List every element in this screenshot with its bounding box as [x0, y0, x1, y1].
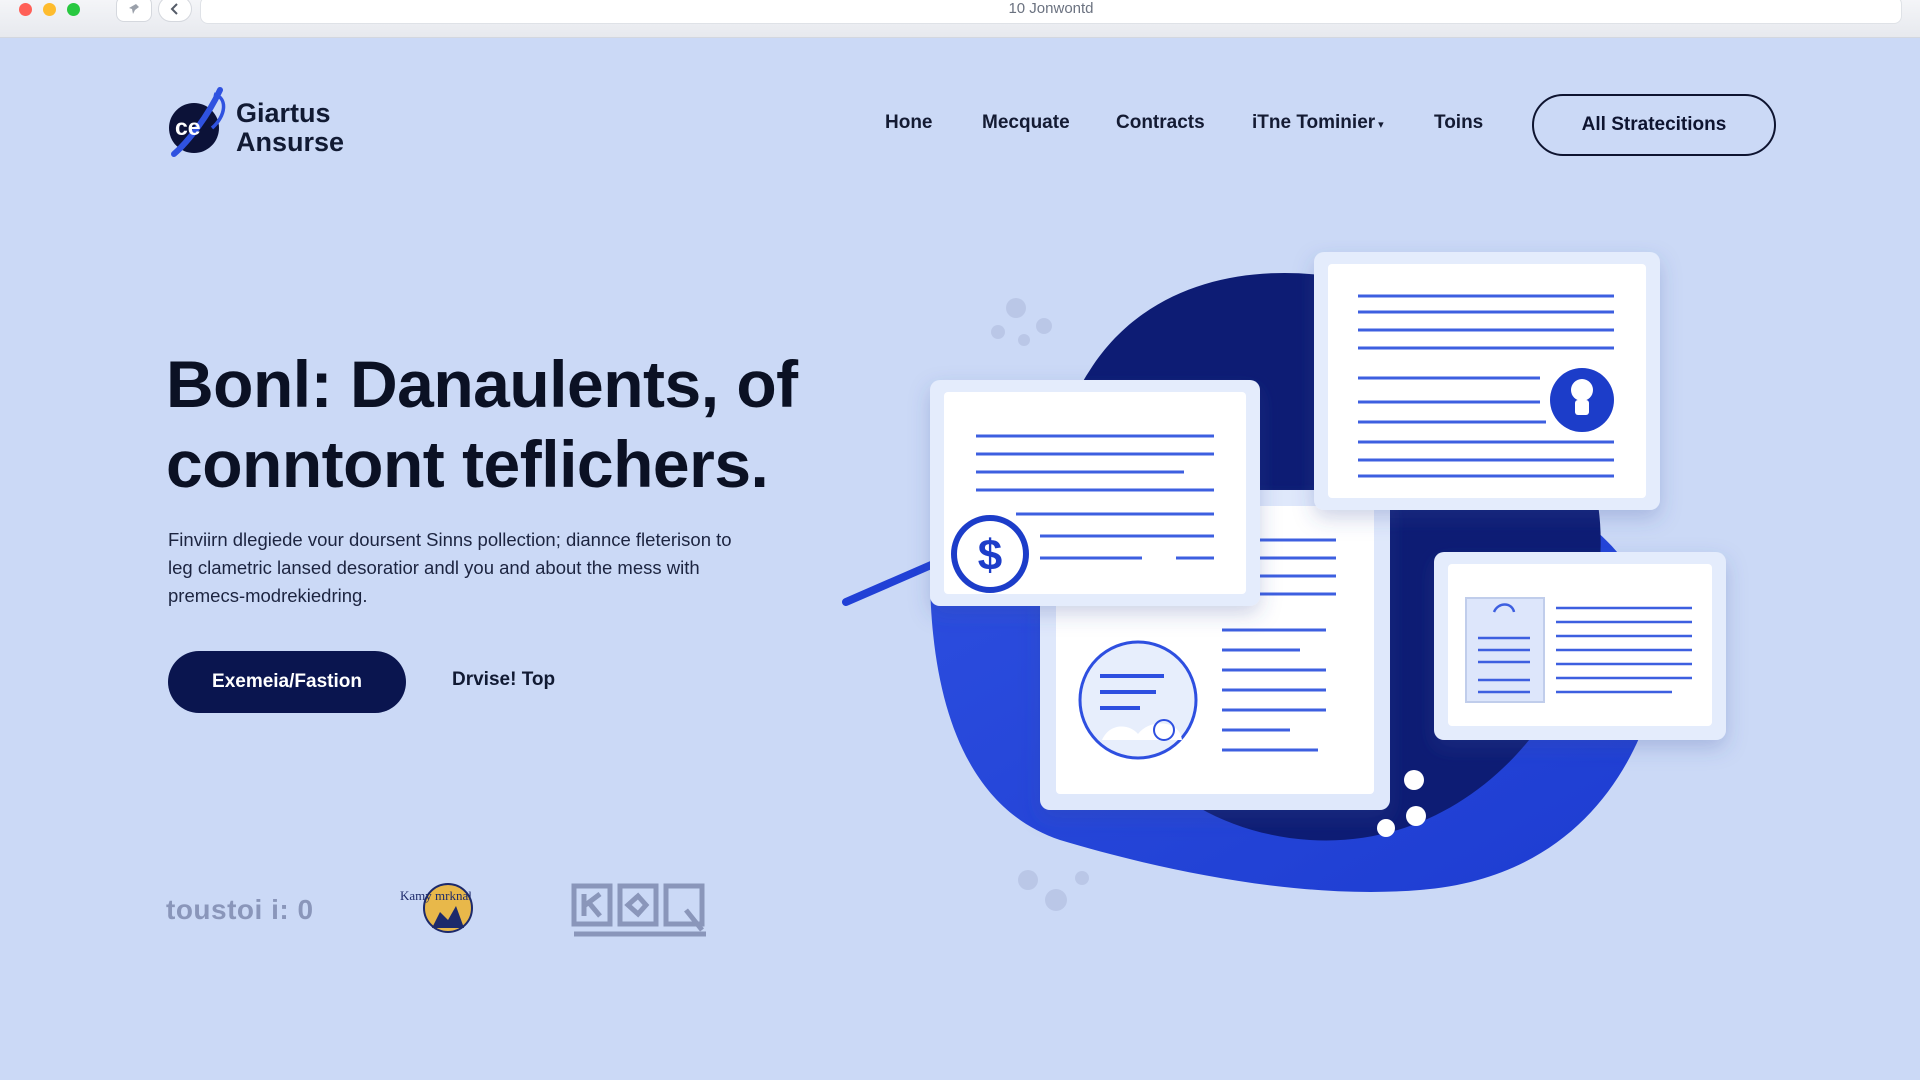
partner-logo-2: Kamy mrknal: [398, 876, 498, 940]
nav-item-contracts[interactable]: Contracts: [1116, 112, 1205, 134]
window-close-dot[interactable]: [19, 3, 32, 16]
window-minimize-dot[interactable]: [43, 3, 56, 16]
nav-item-toins[interactable]: Toins: [1434, 112, 1483, 134]
nav-item-mecquate[interactable]: Mecquate: [982, 112, 1070, 134]
browser-toolbar: 10 Jonwontd: [0, 0, 1920, 38]
partner-logo-1: toustoi i: 0: [166, 894, 314, 925]
brand-name-line2: Ansurse: [236, 127, 345, 157]
pin-icon[interactable]: [116, 0, 152, 22]
logo-mark-icon: ce: [168, 86, 230, 170]
chevron-down-icon: ▾: [1378, 118, 1384, 131]
partner-logo-2-text: Kamy mrknal: [400, 888, 472, 903]
address-bar[interactable]: 10 Jonwontd: [200, 0, 1902, 24]
nav-item-home[interactable]: Hone: [885, 112, 933, 134]
pen-stroke: [842, 558, 942, 606]
globe-document-icon: [1078, 640, 1198, 760]
hero-title: Bonl: Danaulents, of conntont teflichers…: [166, 344, 846, 504]
primary-cta-button[interactable]: Exemeia/Fastion: [168, 651, 406, 713]
back-button[interactable]: [158, 0, 192, 22]
hero-title-line2: conntont teflichers.: [166, 427, 769, 501]
svg-text:$: $: [978, 531, 1002, 580]
hero-title-line1: Bonl: Danaulents, of: [166, 347, 798, 421]
document-card-left: $: [930, 380, 1260, 606]
hero-description-line3: premecs-modrekiedring.: [168, 585, 368, 606]
hero-description: Finviirn dlegiede vour doursent Sinns po…: [168, 526, 808, 610]
svg-text:ce: ce: [175, 114, 201, 140]
nav-item-tominier-dropdown[interactable]: iTne Tominier ▾: [1252, 112, 1384, 134]
all-stratecitions-button[interactable]: All Stratecitions: [1532, 94, 1776, 156]
brand-name-line1: Giartus: [236, 98, 331, 128]
kdq-logo-icon: [570, 880, 710, 938]
address-text: 10 Jonwontd: [1008, 0, 1094, 17]
nav-item-tominier-label: iTne Tominier: [1252, 112, 1376, 133]
document-card-bottom-right: [1434, 552, 1726, 740]
hero-illustration: $: [830, 240, 1820, 940]
hero-description-line2: leg clametric lansed desoratior andl you…: [168, 557, 700, 578]
document-card-top-right: [1314, 252, 1660, 510]
secondary-cta-link[interactable]: Drvise! Top: [452, 669, 555, 691]
lock-icon: [1550, 368, 1614, 432]
brand-name: Giartus Ansurse: [236, 99, 344, 157]
hero-description-line1: Finviirn dlegiede vour doursent Sinns po…: [168, 529, 732, 550]
window-zoom-dot[interactable]: [67, 3, 80, 16]
brand-logo[interactable]: ce Giartus Ansurse: [168, 86, 344, 170]
chevron-left-icon: [170, 3, 178, 15]
dollar-coin-icon: $: [951, 515, 1029, 593]
